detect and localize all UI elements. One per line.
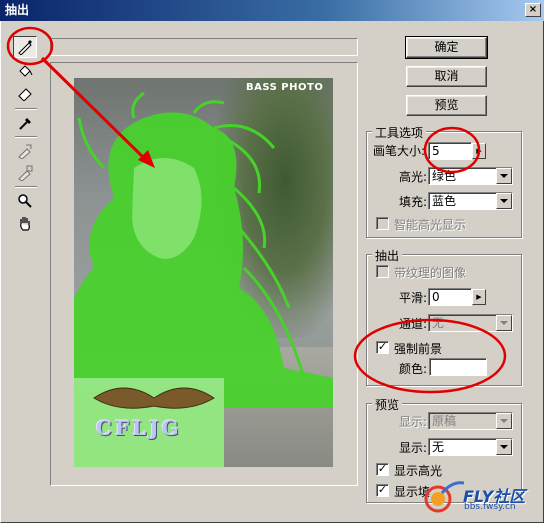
- display-value: 无: [432, 440, 445, 454]
- chevron-down-icon: [500, 445, 508, 449]
- edge-highlighter-tool[interactable]: [13, 36, 37, 58]
- chevron-down-icon: [500, 321, 508, 325]
- magnifier-icon: [18, 194, 32, 208]
- fill-dropdown-button[interactable]: [496, 193, 512, 209]
- window-title: 抽出: [5, 3, 30, 17]
- eraser-icon: [18, 88, 32, 101]
- show-value: 原稿: [432, 414, 457, 428]
- show-highlight-checkbox[interactable]: ✓: [376, 463, 389, 476]
- brush-size-arrow-button[interactable]: ▶: [472, 143, 486, 159]
- hand-tool[interactable]: [13, 212, 37, 234]
- preview-photo[interactable]: BASS PHOTO CFLJG: [74, 78, 333, 467]
- toolbox-divider: [15, 108, 37, 110]
- chevron-down-icon: [500, 174, 508, 178]
- fill-color-value: 蓝色: [432, 194, 457, 208]
- fill-tool[interactable]: [13, 60, 37, 82]
- smart-highlight-checkbox[interactable]: [376, 217, 389, 230]
- smooth-input[interactable]: 0: [428, 288, 472, 306]
- photo-watermark-bottom: CFLJG: [96, 416, 182, 440]
- force-foreground-label: 强制前景: [394, 342, 443, 356]
- title-bar: 抽出: [0, 0, 544, 21]
- hand-icon: [20, 217, 30, 231]
- edge-touchup-icon: [18, 165, 33, 181]
- channel-value: 无: [432, 316, 445, 330]
- extraction-title: 抽出: [372, 247, 403, 264]
- color-label: 颜色:: [399, 362, 428, 376]
- display-label: 显示:: [399, 441, 428, 455]
- highlight-overlay: [74, 91, 333, 467]
- smooth-arrow-button[interactable]: ▶: [472, 289, 486, 305]
- toolbox-divider: [15, 136, 37, 138]
- smooth-label: 平滑:: [399, 291, 428, 305]
- edge-touchup-tool[interactable]: [13, 162, 37, 184]
- highlight-dropdown-button[interactable]: [496, 168, 512, 184]
- highlighter-icon: [18, 40, 32, 55]
- channel-label: 通道:: [399, 317, 428, 331]
- show-label: 显示:: [399, 415, 428, 429]
- eyedropper-tool[interactable]: [13, 112, 37, 134]
- show-dropdown-button[interactable]: [496, 413, 512, 429]
- textured-image-label: 带纹理的图像: [394, 266, 467, 280]
- ok-button[interactable]: 确定: [405, 36, 488, 59]
- show-fill-checkbox[interactable]: ✓: [376, 484, 389, 497]
- eyedropper-icon: [19, 118, 31, 130]
- close-button[interactable]: ×: [525, 3, 541, 17]
- cleanup-tool[interactable]: [13, 140, 37, 162]
- chevron-down-icon: [500, 419, 508, 423]
- channel-dropdown-button[interactable]: [496, 315, 512, 331]
- brush-size-input[interactable]: 5: [428, 142, 472, 160]
- preview-group-title: 预览: [372, 396, 403, 413]
- force-foreground-checkbox[interactable]: ✓: [376, 341, 389, 354]
- eraser-tool[interactable]: [13, 82, 37, 104]
- zoom-tool[interactable]: [13, 190, 37, 212]
- preview-status-field: [50, 38, 358, 56]
- display-dropdown-button[interactable]: [496, 439, 512, 455]
- paint-bucket-icon: [19, 65, 33, 77]
- highlight-color-value: 绿色: [432, 169, 457, 183]
- fill-label: 填充:: [399, 195, 428, 209]
- preview-button[interactable]: 预览: [406, 95, 487, 116]
- watermark-url: bbs.fwsy.cn: [464, 502, 516, 512]
- foreground-color-swatch[interactable]: [429, 358, 487, 376]
- cancel-button[interactable]: 取消: [406, 66, 487, 87]
- textured-image-checkbox[interactable]: [376, 265, 389, 278]
- chevron-down-icon: [500, 199, 508, 203]
- toolbox-divider: [15, 186, 37, 188]
- smart-highlight-label: 智能高光显示: [394, 218, 467, 232]
- highlight-label: 高光:: [399, 170, 428, 184]
- tool-options-title: 工具选项: [372, 124, 427, 141]
- brush-size-label: 画笔大小:: [373, 144, 426, 158]
- cleanup-icon: [18, 144, 32, 159]
